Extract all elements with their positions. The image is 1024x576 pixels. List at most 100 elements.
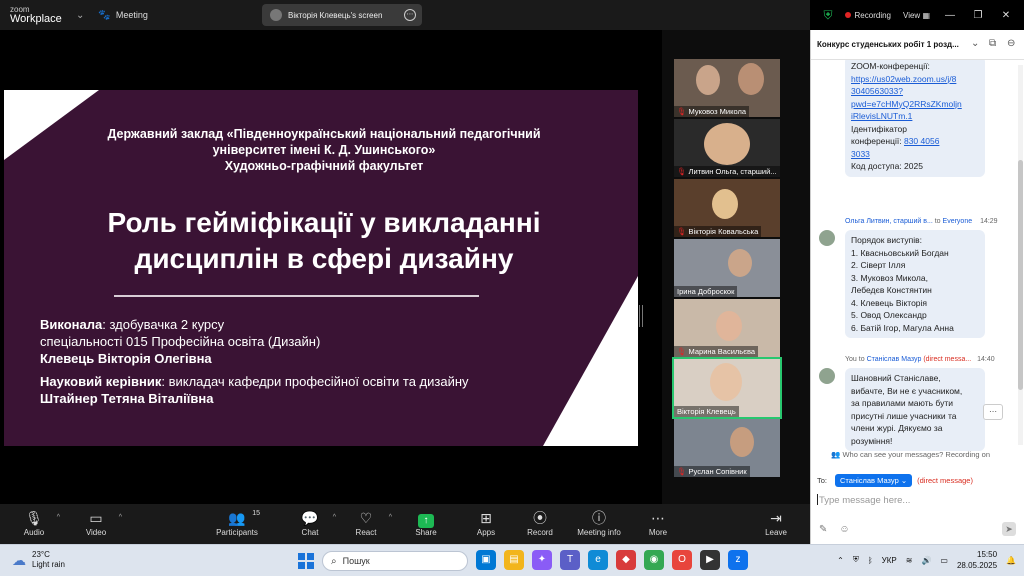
- battery-icon[interactable]: ▭: [940, 556, 948, 565]
- close-icon[interactable]: ✕: [998, 10, 1014, 21]
- message-text: 2. Сіверт Ілля: [851, 260, 906, 270]
- zoom-app-icon[interactable]: z: [728, 550, 748, 570]
- minimize-icon[interactable]: —: [942, 10, 958, 21]
- titlebar-right: ⛨ Recording View ▦ — ❐ ✕: [824, 0, 1014, 30]
- teams-icon[interactable]: T: [560, 550, 580, 570]
- participant-gallery: 🎙 Муковоз Микола 🎙 Литвин Ольга, старший..…: [662, 30, 810, 526]
- opera-icon[interactable]: O: [672, 550, 692, 570]
- react-button[interactable]: ♡ React ^: [342, 508, 392, 537]
- message-time: 14:40: [977, 356, 995, 363]
- chat-message: Шановний Станіславе, вибачте, Ви не є уч…: [845, 368, 985, 451]
- notifications-icon[interactable]: 🔔: [1006, 556, 1016, 565]
- view-button[interactable]: View ▦: [903, 11, 930, 20]
- tile-name: Ірина Доброскок: [674, 286, 738, 297]
- meeting-info-button[interactable]: ⓘ Meeting info: [572, 508, 626, 537]
- meeting-link[interactable]: https://us02web.zoom.us/j/8 3040563033? pw…: [851, 74, 962, 122]
- share-button[interactable]: ↑ Share: [402, 508, 450, 537]
- participants-label: Participants: [216, 528, 258, 537]
- recipient-name[interactable]: Станіслав Мазур: [867, 356, 922, 363]
- task-view-icon[interactable]: ▣: [476, 550, 496, 570]
- popout-icon[interactable]: ⧉: [989, 38, 996, 49]
- language-indicator[interactable]: УКР: [882, 556, 897, 565]
- more-options-icon[interactable]: ⋯: [404, 9, 416, 21]
- system-tray: ⌃ ⛨ ᛒ УКР ≋ 🔊 ▭ 15:50 28.05.2025 🔔: [837, 549, 1016, 571]
- chevron-down-icon[interactable]: ⌄: [971, 38, 979, 49]
- people-icon: 👥: [831, 450, 841, 459]
- video-tile[interactable]: 🎙 Литвин Ольга, старший...: [674, 119, 780, 177]
- chrome-icon[interactable]: ◉: [644, 550, 664, 570]
- message-more-button[interactable]: ⋯: [983, 404, 1003, 420]
- chat-scrollbar[interactable]: [1018, 65, 1023, 445]
- record-dot-icon: [844, 11, 851, 18]
- scrollbar-thumb[interactable]: [1018, 160, 1023, 390]
- participant-video: [728, 249, 752, 277]
- chevron-down-icon[interactable]: ⌄: [76, 10, 84, 21]
- screen-share-indicator[interactable]: Вікторія Клевець's screen ⋯: [262, 4, 422, 26]
- apps-button[interactable]: ⊞ Apps: [462, 508, 510, 537]
- participant-video: [738, 63, 764, 95]
- wifi-icon[interactable]: ≋: [906, 556, 913, 565]
- message-text: конференції:: [851, 136, 902, 146]
- chevron-up-icon[interactable]: ⌃: [837, 556, 844, 565]
- slide-title-line: Роль гейміфікації у викладанні: [107, 207, 541, 238]
- video-tile[interactable]: 🎙 Вікторія Ковальська: [674, 179, 780, 237]
- avatar[interactable]: [819, 368, 835, 384]
- avatar[interactable]: [819, 230, 835, 246]
- video-button[interactable]: ▭ Video ^: [72, 508, 122, 537]
- file-explorer-icon[interactable]: ▤: [504, 550, 524, 570]
- panel-resize-handle[interactable]: [639, 305, 643, 327]
- video-tile[interactable]: 🎙 Руслан Сопівник: [674, 419, 780, 477]
- recipient-name: Станіслав Мазур: [840, 476, 899, 485]
- meeting-id-link[interactable]: 3033: [851, 149, 870, 159]
- chat-options-caret[interactable]: ^: [333, 514, 336, 521]
- more-button[interactable]: ⋯ More: [634, 508, 682, 537]
- video-options-caret[interactable]: ^: [119, 514, 122, 521]
- security-icon[interactable]: ⛨: [853, 555, 859, 565]
- participants-button[interactable]: 👥 Participants 15: [212, 508, 262, 537]
- chat-input-tools: ✎ ☺: [819, 524, 850, 535]
- message-input[interactable]: Type message here...: [817, 494, 910, 506]
- taskbar-clock[interactable]: 15:50 28.05.2025: [957, 549, 997, 571]
- recording-indicator[interactable]: Recording: [844, 11, 891, 20]
- meeting-id-link[interactable]: 830 4056: [904, 136, 939, 146]
- taskbar-search[interactable]: ⌕ Пошук: [322, 551, 468, 571]
- recipient-selector[interactable]: Станіслав Мазур ⌄: [835, 474, 913, 487]
- copilot-icon[interactable]: ✦: [532, 550, 552, 570]
- participant-name: Ірина Доброскок: [677, 287, 735, 296]
- meeting-tab[interactable]: 🐾 Meeting: [98, 10, 147, 21]
- leave-button[interactable]: ⇥ Leave: [752, 508, 800, 537]
- restore-icon[interactable]: ❐: [970, 10, 986, 21]
- mic-muted-icon: 🎙: [677, 347, 687, 356]
- participant-video: [712, 189, 738, 219]
- video-tile-active-speaker[interactable]: Вікторія Клевець: [672, 357, 782, 419]
- weather-widget[interactable]: ☁ 23°C Light rain: [12, 550, 65, 570]
- media-player-icon[interactable]: ▶: [700, 550, 720, 570]
- office-icon[interactable]: ◆: [616, 550, 636, 570]
- who-can-see-notice[interactable]: 👥 Who can see your messages? Recording o…: [831, 450, 990, 459]
- edge-icon[interactable]: e: [588, 550, 608, 570]
- video-tile[interactable]: 🎙 Марина Васильєва: [674, 299, 780, 357]
- institution-line: університет імені К. Д. Ушинського»: [212, 143, 436, 157]
- react-options-caret[interactable]: ^: [389, 514, 392, 521]
- sender-name[interactable]: Ольга Литвин, старший в...: [845, 218, 933, 225]
- author-desc: : здобувачка 2 курсу: [102, 317, 225, 332]
- video-tile[interactable]: 🎙 Муковоз Микола: [674, 59, 780, 117]
- record-button[interactable]: ⦿ Record: [516, 508, 564, 537]
- windows-start-icon[interactable]: [298, 553, 314, 569]
- shield-check-icon[interactable]: ⛨: [824, 8, 833, 23]
- bluetooth-icon[interactable]: ᛒ: [868, 556, 873, 565]
- participant-name: Муковоз Микола: [688, 107, 747, 116]
- format-icon[interactable]: ✎: [819, 524, 827, 535]
- chat-messages[interactable]: ZOOM-конференції: https://us02web.zoom.u…: [811, 60, 1017, 458]
- audio-options-caret[interactable]: ^: [57, 514, 60, 521]
- video-tile[interactable]: Ірина Доброскок: [674, 239, 780, 297]
- participant-name: Руслан Сопівник: [688, 467, 747, 476]
- message-text: члени журі. Дякуємо за: [851, 423, 943, 433]
- volume-icon[interactable]: 🔊: [921, 556, 931, 565]
- emoji-icon[interactable]: ☺: [839, 524, 849, 535]
- send-button[interactable]: ➤: [1002, 522, 1016, 536]
- tile-name: 🎙 Литвин Ольга, старший...: [674, 166, 780, 177]
- chat-button[interactable]: 💬 Chat ^: [286, 508, 336, 537]
- close-icon[interactable]: ⊖: [1007, 38, 1015, 49]
- audio-button[interactable]: 🎙 Audio ^: [10, 508, 60, 537]
